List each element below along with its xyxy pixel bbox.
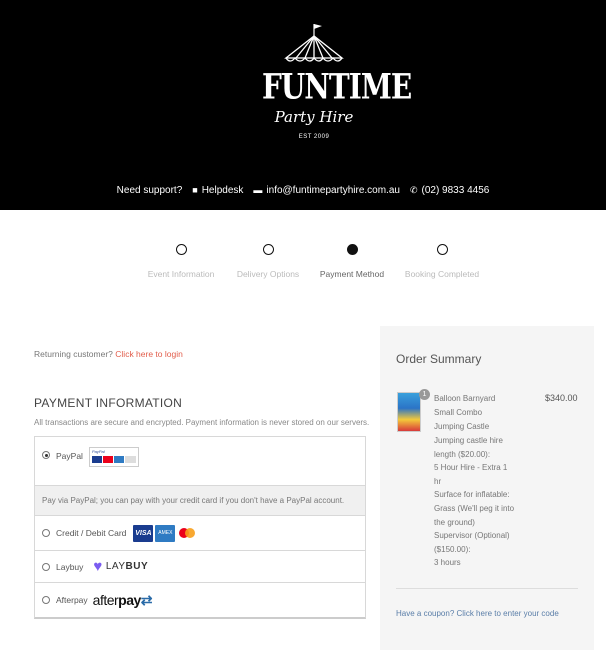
step-indicator (436, 244, 448, 255)
step-label: Payment Method (319, 269, 385, 279)
product-option: 5 Hour Hire - Extra 1 hr (434, 463, 508, 486)
product-option: Jumping castle hire length ($20.00): (434, 436, 503, 459)
afterpay-logo-icon: afterpay⇄ (92, 591, 153, 608)
payment-description: All transactions are secure and encrypte… (34, 418, 370, 427)
logo-established: EST 2009 (298, 134, 330, 140)
phone-icon: ✆ (409, 184, 418, 195)
product-option: Surface for inflatable: Grass (We'll peg… (434, 490, 515, 527)
payment-title: PAYMENT INFORMATION (34, 396, 183, 410)
paypal-acceptance-icon: PayPal (88, 447, 139, 467)
visa-icon: VISA (133, 524, 154, 542)
login-link[interactable]: Click here to login (115, 349, 183, 359)
paypal-label: PayPal (56, 451, 83, 461)
circus-tent-icon (284, 24, 344, 62)
amex-icon: AMEX (155, 524, 176, 542)
laybuy-logo-icon: ♥ LAY BUY (93, 558, 149, 575)
order-summary-title: Order Summary (396, 352, 482, 366)
coupon-link[interactable]: Have a coupon? Click here to enter your … (396, 609, 559, 618)
product-option: 3 hours (434, 558, 461, 568)
summary-divider (396, 588, 578, 589)
payment-option-laybuy[interactable]: Laybuy ♥ LAY BUY (35, 551, 365, 583)
step-label: Booking Completed (404, 269, 480, 279)
product-options: Jumping castle hire length ($20.00): 5 H… (434, 434, 516, 570)
support-prompt: Need support? (116, 184, 183, 196)
payment-methods: PayPal PayPal Pay via PayPal; you can pa… (34, 436, 366, 619)
step-indicator (346, 244, 358, 255)
step-indicator (175, 244, 187, 255)
paypal-radio[interactable] (42, 451, 50, 459)
payment-option-paypal[interactable]: PayPal PayPal (35, 437, 365, 486)
card-label: Credit / Debit Card (56, 528, 127, 538)
phone-link[interactable]: ✆ (02) 9833 4456 (410, 185, 489, 196)
product-thumbnail (397, 392, 421, 432)
envelope-icon: ▬ (253, 184, 263, 195)
card-radio[interactable] (42, 529, 50, 537)
logo-title: FUNTIME (262, 66, 412, 108)
helpdesk-link[interactable]: ■ Helpdesk (192, 185, 243, 196)
product-price: $340.00 (545, 393, 578, 403)
payment-option-afterpay[interactable]: Afterpay afterpay⇄ (35, 583, 365, 617)
step-indicator (262, 244, 274, 255)
product-option: Supervisor (Optional) ($150.00): (434, 531, 510, 554)
svg-text:PayPal: PayPal (92, 449, 105, 454)
logo-subtitle: Party Hire (274, 108, 354, 126)
returning-customer-notice: Returning customer? Click here to login (34, 349, 183, 359)
laybuy-label: Laybuy (56, 561, 84, 572)
step-event-information: Event Information (131, 244, 231, 279)
quantity-badge: 1 (419, 389, 430, 400)
order-summary: Order Summary 1 Balloon Barnyard Small C… (380, 326, 594, 650)
funtime-logo[interactable]: FUNTIME Party Hire EST 2009 (262, 20, 412, 150)
paypal-description: Pay via PayPal; you can pay with your cr… (35, 486, 365, 516)
laybuy-radio[interactable] (42, 562, 50, 571)
support-bar: Need support? ■ Helpdesk ▬ info@funtimepar… (0, 180, 606, 200)
step-label: Event Information (147, 269, 215, 279)
checkout-steps: Event Information Delivery Options Payme… (0, 244, 606, 284)
step-payment-method: Payment Method (302, 244, 402, 279)
returning-prompt: Returning customer? (34, 349, 113, 359)
site-header: FUNTIME Party Hire EST 2009 Need support… (0, 0, 606, 210)
mastercard-icon (177, 525, 197, 542)
email-link[interactable]: ▬ info@funtimepartyhire.com.au (253, 185, 400, 196)
afterpay-radio[interactable] (42, 596, 50, 604)
afterpay-label: Afterpay (56, 595, 88, 605)
step-booking-completed: Booking Completed (392, 244, 492, 279)
product-name: Balloon Barnyard Small Combo Jumping Cas… (434, 394, 496, 431)
payment-option-card[interactable]: Credit / Debit Card VISA AMEX (35, 516, 365, 551)
user-icon: ■ (192, 184, 198, 195)
